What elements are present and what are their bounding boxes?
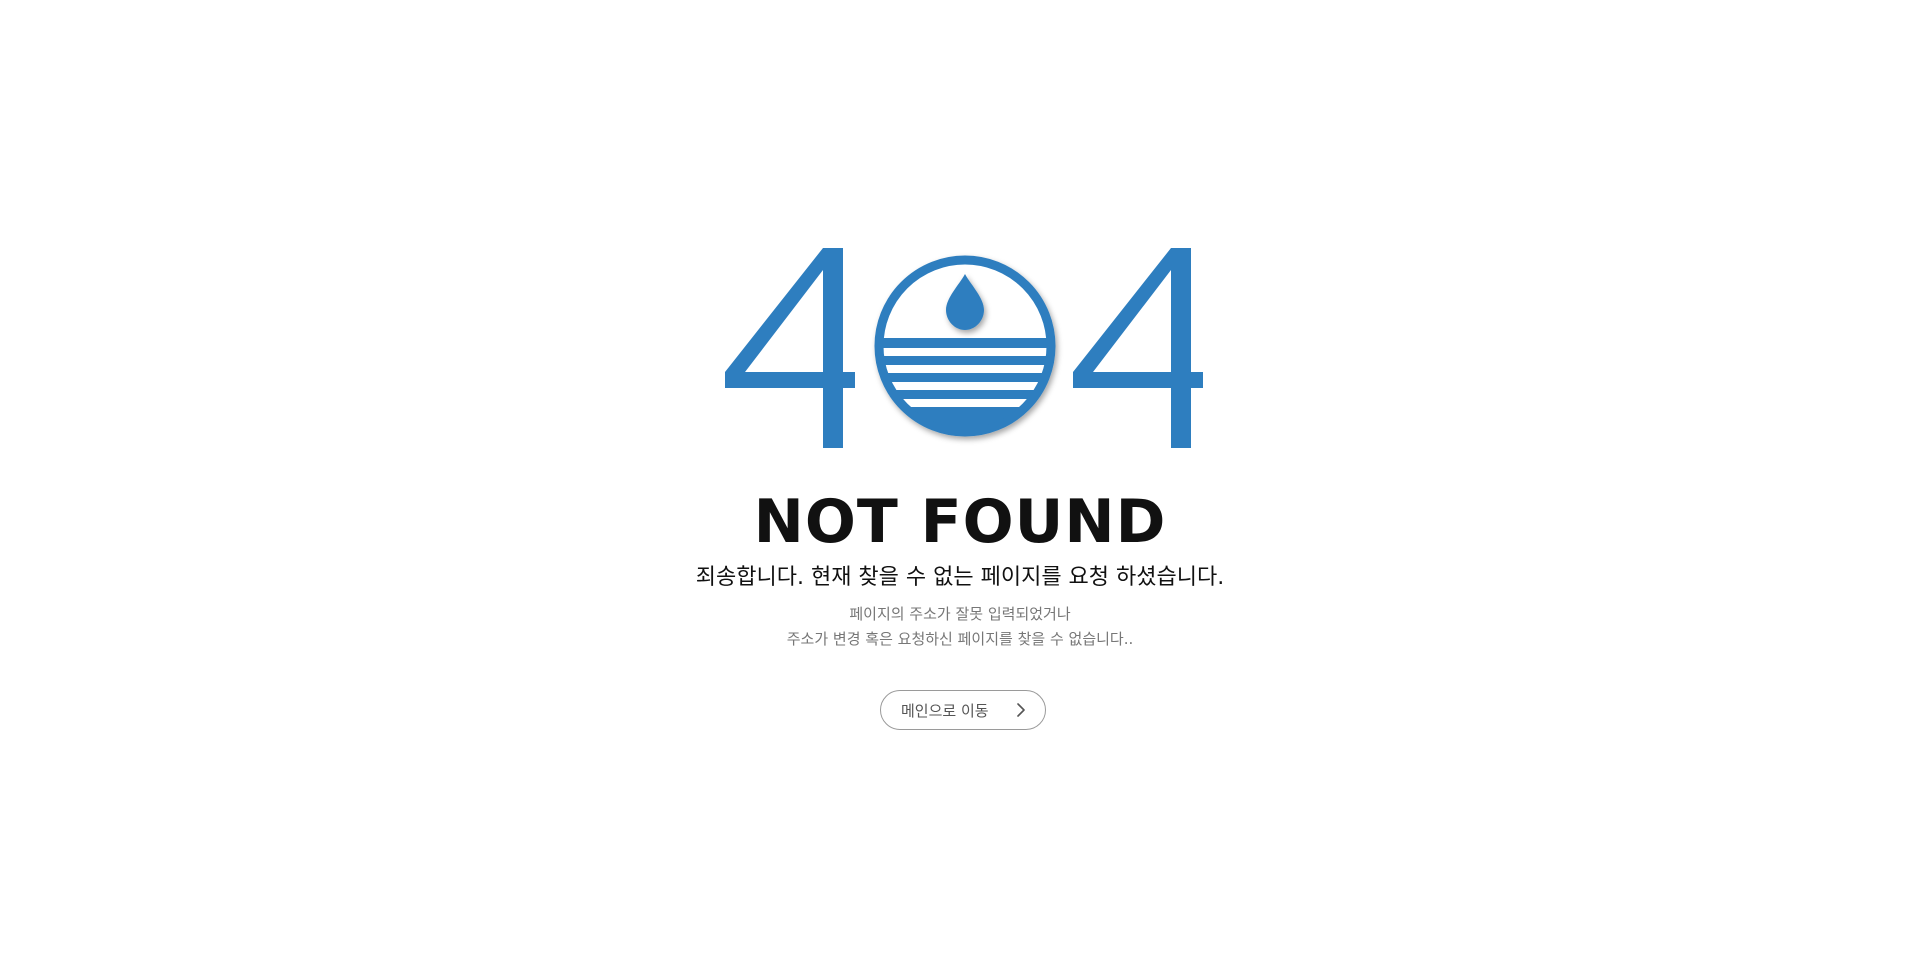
digit-four-left-glyph	[725, 248, 855, 448]
water-drop-emblem-graphic	[874, 255, 1056, 437]
description-line-1: 페이지의 주소가 잘못 입력되었거나	[849, 605, 1071, 623]
error-subtitle: 죄송합니다. 현재 찾을 수 없는 페이지를 요청 하셨습니다.	[695, 565, 1225, 590]
not-found-page: NOT FOUND 죄송합니다. 현재 찾을 수 없는 페이지를 요청 하셨습니…	[0, 0, 1920, 953]
description-line-2: 주소가 변경 혹은 요청하신 페이지를 찾을 수 없습니다..	[786, 630, 1134, 648]
error-code-404	[725, 248, 1205, 448]
go-to-main-button[interactable]: 메인으로 이동	[880, 690, 1046, 730]
error-description: 페이지의 주소가 잘못 입력되었거나 주소가 변경 혹은 요청하신 페이지를 찾…	[0, 602, 1920, 652]
page-title: NOT FOUND	[753, 487, 1167, 557]
chevron-right-icon	[1017, 703, 1025, 717]
error-content: NOT FOUND 죄송합니다. 현재 찾을 수 없는 페이지를 요청 하셨습니…	[0, 0, 1920, 953]
digit-four-left	[725, 248, 855, 448]
go-to-main-label: 메인으로 이동	[901, 701, 989, 720]
digit-four-right	[1073, 248, 1203, 448]
water-drop-emblem-icon	[873, 254, 1057, 438]
digit-four-right-glyph	[1073, 248, 1203, 448]
